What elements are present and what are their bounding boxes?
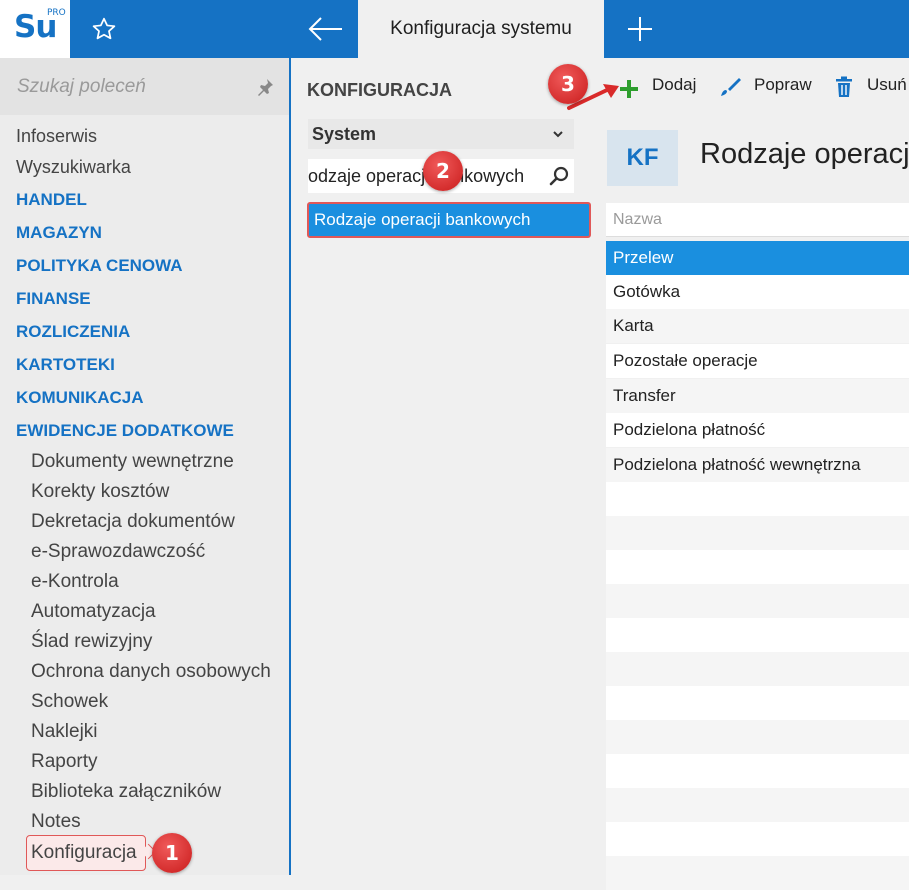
row-label: Pozostałe operacje [613, 351, 758, 370]
sidebar-item-ochrona-danych[interactable]: Ochrona danych osobowych [31, 661, 271, 683]
table-row[interactable]: Pozostałe operacje [606, 344, 909, 378]
sidebar-item-e-kontrola[interactable]: e-Kontrola [31, 571, 119, 593]
sidebar-item-notes[interactable]: Notes [31, 811, 81, 833]
config-panel-title: KONFIGURACJA [307, 80, 453, 100]
empty-row [606, 856, 909, 890]
row-label: Przelew [613, 248, 674, 267]
sidebar-item-dokumenty-wewnetrzne[interactable]: Dokumenty wewnętrzne [31, 451, 234, 473]
sidebar-category-rozliczenia[interactable]: ROZLICZENIA [16, 322, 130, 342]
table-row[interactable]: Przelew [606, 241, 909, 275]
step-badge-1: 1 [152, 833, 192, 873]
top-bar: Su PRO Konfiguracja systemu [0, 0, 909, 58]
module-badge: KF [607, 130, 678, 186]
row-label: Transfer [613, 386, 676, 405]
back-arrow-icon[interactable] [306, 14, 344, 44]
table-row[interactable]: Podzielona płatność [606, 413, 909, 447]
sidebar-item-dekretacja-dokumentow[interactable]: Dekretacja dokumentów [31, 511, 235, 533]
row-label: Gotówka [613, 282, 681, 301]
empty-row [606, 482, 909, 516]
sidebar-category-handel[interactable]: HANDEL [16, 190, 87, 210]
trash-icon[interactable] [834, 76, 854, 98]
tab-konfiguracja-systemu[interactable]: Konfiguracja systemu [358, 0, 604, 58]
row-label: Karta [613, 316, 654, 335]
empty-row [606, 720, 909, 754]
brush-icon[interactable] [719, 76, 741, 98]
table-row[interactable]: Transfer [606, 379, 909, 413]
empty-row [606, 550, 909, 584]
empty-row [606, 516, 909, 550]
table-row[interactable]: Karta [606, 309, 909, 343]
empty-row [606, 652, 909, 686]
config-filter-value: odzaje operacji bankowych [308, 166, 525, 186]
sidebar-item-slad-rewizyjny[interactable]: Ślad rewizyjny [31, 631, 152, 653]
sidebar-item-automatyzacja[interactable]: Automatyzacja [31, 601, 156, 623]
app-logo[interactable]: Su PRO [0, 0, 70, 58]
row-label: Podzielona płatność [613, 420, 766, 439]
logo-superscript: PRO [47, 8, 66, 18]
sidebar-item-wyszukiwarka[interactable]: Wyszukiwarka [16, 157, 131, 178]
config-result-label: Rodzaje operacji bankowych [314, 210, 531, 229]
sidebar-item-schowek[interactable]: Schowek [31, 691, 108, 713]
sidebar-category-magazyn[interactable]: MAGAZYN [16, 223, 102, 243]
grid-column-header[interactable]: Nazwa [606, 203, 909, 237]
config-scope-select[interactable]: System [308, 119, 574, 149]
delete-button[interactable]: Usuń [867, 75, 907, 95]
new-tab-plus-icon[interactable] [626, 14, 654, 44]
sidebar: Szukaj poleceń Infoserwis Wyszukiwarka H… [0, 58, 289, 875]
sidebar-item-e-sprawozdawczosc[interactable]: e-Sprawozdawczość [31, 541, 205, 563]
empty-row [606, 788, 909, 822]
sidebar-item-naklejki[interactable]: Naklejki [31, 721, 98, 743]
empty-row [606, 754, 909, 788]
empty-row [606, 618, 909, 652]
sidebar-category-kartoteki[interactable]: KARTOTEKI [16, 355, 115, 375]
page-title: Rodzaje operacj [700, 138, 909, 170]
sidebar-category-finanse[interactable]: FINANSE [16, 289, 91, 309]
command-search[interactable]: Szukaj poleceń [0, 58, 289, 115]
command-search-placeholder: Szukaj poleceń [17, 76, 146, 97]
sidebar-item-raporty[interactable]: Raporty [31, 751, 98, 773]
sidebar-category-polityka-cenowa[interactable]: POLITYKA CENOWA [16, 256, 183, 276]
sidebar-item-konfiguracja[interactable]: Konfiguracja [31, 842, 137, 864]
config-result-item[interactable]: Rodzaje operacji bankowych [307, 202, 591, 238]
sidebar-category-ewidencje-dodatkowe[interactable]: EWIDENCJE DODATKOWE [16, 421, 234, 441]
step-badge-3: 3 [548, 64, 588, 104]
main-content: Dodaj Popraw Usuń KF Rodzaje operacj Naz… [591, 58, 909, 890]
empty-row [606, 584, 909, 618]
chevron-down-icon [553, 131, 563, 138]
search-icon[interactable] [548, 165, 570, 187]
empty-row [606, 686, 909, 720]
edit-button[interactable]: Popraw [754, 75, 812, 95]
table-row[interactable]: Gotówka [606, 275, 909, 309]
sidebar-item-biblioteka-zalacznikow[interactable]: Biblioteka załączników [31, 781, 221, 803]
table-row[interactable]: Podzielona płatność wewnętrzna [606, 448, 909, 482]
sidebar-category-komunikacja[interactable]: KOMUNIKACJA [16, 388, 144, 408]
step-badge-2: 2 [423, 151, 463, 191]
column-nazwa: Nazwa [613, 211, 662, 228]
star-icon[interactable] [90, 16, 118, 42]
empty-row [606, 822, 909, 856]
tab-title: Konfiguracja systemu [390, 18, 572, 39]
add-button[interactable]: Dodaj [652, 75, 696, 95]
sidebar-item-korekty-kosztow[interactable]: Korekty kosztów [31, 481, 169, 503]
pin-icon[interactable] [256, 78, 274, 96]
row-label: Podzielona płatność wewnętrzna [613, 455, 861, 474]
sidebar-item-infoserwis[interactable]: Infoserwis [16, 126, 97, 147]
config-scope-value: System [312, 124, 377, 144]
